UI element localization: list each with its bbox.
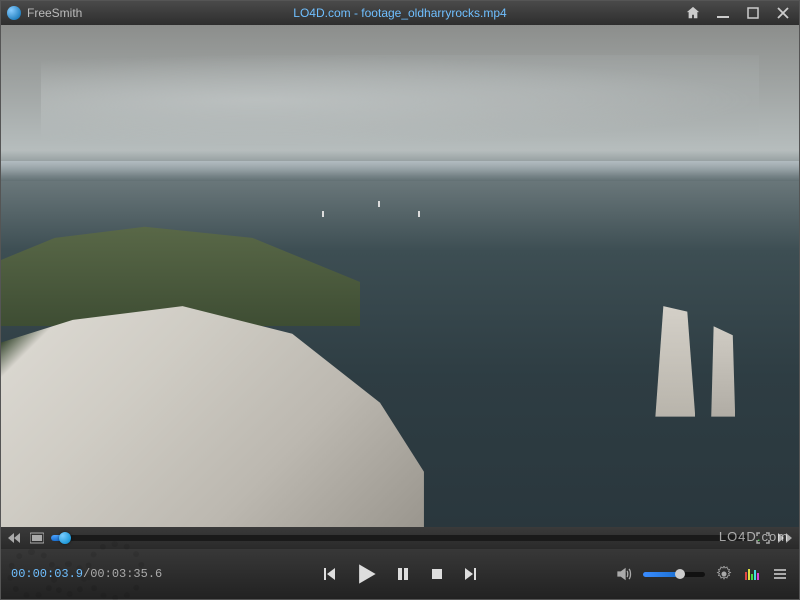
play-icon [355, 563, 377, 585]
pause-icon [395, 566, 411, 582]
rewind-icon [8, 533, 22, 543]
duration-time: 00:03:35.6 [90, 567, 162, 581]
volume-slider[interactable] [643, 572, 705, 577]
settings-button[interactable] [715, 565, 733, 583]
previous-button[interactable] [321, 566, 337, 582]
window-controls [683, 5, 793, 21]
window-title: LO4D.com - footage_oldharryrocks.mp4 [293, 6, 506, 20]
seek-slider[interactable] [51, 535, 749, 541]
minimize-icon [717, 7, 729, 19]
video-frame-image [1, 25, 799, 527]
home-icon [686, 6, 700, 20]
volume-button[interactable] [615, 565, 633, 583]
volume-icon [616, 566, 632, 582]
video-icon [30, 532, 44, 544]
watermark: LO4D.com [719, 529, 789, 544]
settings-icon [716, 566, 732, 582]
watermark-prefix: LO4D [719, 529, 757, 544]
video-viewport[interactable] [1, 25, 799, 527]
maximize-icon [747, 7, 759, 19]
next-icon [463, 566, 479, 582]
current-time: 00:00:03.9 [11, 567, 83, 581]
seek-bar-row [1, 527, 799, 549]
seek-thumb[interactable] [59, 532, 71, 544]
stop-button[interactable] [429, 566, 445, 582]
video-mode-button[interactable] [29, 530, 45, 546]
playlist-icon [772, 566, 788, 582]
minimize-button[interactable] [713, 5, 733, 21]
play-button[interactable] [355, 563, 377, 585]
equalizer-icon [744, 566, 760, 582]
previous-icon [321, 566, 337, 582]
maximize-button[interactable] [743, 5, 763, 21]
close-icon [777, 7, 789, 19]
close-button[interactable] [773, 5, 793, 21]
volume-thumb[interactable] [675, 569, 685, 579]
app-name-label: FreeSmith [27, 6, 82, 20]
equalizer-button[interactable] [743, 565, 761, 583]
time-display: 00:00:03.9/00:03:35.6 [11, 567, 162, 581]
pause-button[interactable] [395, 566, 411, 582]
next-button[interactable] [463, 566, 479, 582]
transport-controls [321, 563, 479, 585]
right-controls [615, 565, 789, 583]
step-back-button[interactable] [7, 530, 23, 546]
app-icon [7, 6, 21, 20]
stop-icon [429, 566, 445, 582]
title-bar: FreeSmith LO4D.com - footage_oldharryroc… [1, 1, 799, 25]
watermark-suffix: com [761, 529, 789, 544]
home-button[interactable] [683, 5, 703, 21]
control-bar: 00:00:03.9/00:03:35.6 [1, 549, 799, 599]
playlist-button[interactable] [771, 565, 789, 583]
app-window: FreeSmith LO4D.com - footage_oldharryroc… [0, 0, 800, 600]
